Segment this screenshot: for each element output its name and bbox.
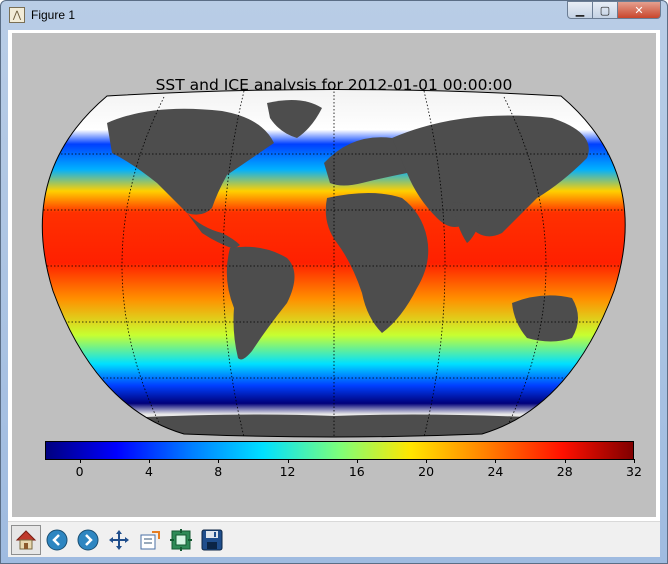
figure-window: ⋀ Figure 1 ▁ ▢ ✕ SST and ICE analysis fo… [0, 0, 668, 564]
zoom-icon [140, 530, 160, 549]
forward-button[interactable] [73, 525, 103, 555]
zoom-button[interactable] [135, 525, 165, 555]
home-icon [15, 529, 37, 549]
save-icon [201, 529, 223, 550]
subplots-button[interactable] [166, 525, 196, 555]
window-controls: ▁ ▢ ✕ [567, 1, 661, 19]
colorbar-tick-label: 16 [348, 464, 365, 479]
pan-button[interactable] [104, 525, 134, 555]
colorbar [45, 441, 634, 460]
map-data-layer [42, 89, 626, 437]
colorbar-tick-label: 0 [75, 464, 84, 479]
colorbar-tick [634, 459, 635, 463]
colorbar-tick [356, 459, 358, 463]
save-button[interactable] [197, 525, 227, 555]
matplotlib-icon: ⋀ [9, 7, 25, 23]
close-icon: ✕ [634, 3, 644, 17]
colorbar-tick-label: 24 [487, 464, 504, 479]
colorbar-tick [564, 459, 566, 463]
colorbar-tick-label: 8 [214, 464, 223, 479]
close-button[interactable]: ✕ [617, 1, 661, 19]
subplots-icon [170, 528, 192, 551]
title-bar[interactable]: ⋀ Figure 1 ▁ ▢ ✕ [1, 1, 667, 29]
minimize-button[interactable]: ▁ [567, 1, 593, 19]
figure-client-area: SST and ICE analysis for 2012-01-01 00:0… [8, 30, 660, 557]
forward-icon [77, 529, 99, 550]
minimize-icon: ▁ [575, 3, 585, 17]
colorbar-tick [79, 459, 81, 463]
home-button[interactable] [11, 524, 41, 555]
colorbar-tick-label: 12 [279, 464, 296, 479]
colorbar-tick [218, 459, 220, 463]
colorbar-tick-label: 32 [626, 464, 642, 479]
colorbar-tick [495, 459, 497, 463]
colorbar-tick-label: 4 [144, 464, 153, 479]
colorbar-tick [148, 459, 150, 463]
colorbar-tick-label: 20 [418, 464, 435, 479]
navigation-toolbar [8, 521, 660, 557]
pan-icon [109, 529, 129, 550]
back-icon [46, 529, 68, 550]
back-button[interactable] [42, 525, 72, 555]
colorbar-tick-label: 28 [556, 464, 573, 479]
maximize-icon: ▢ [599, 3, 611, 17]
colorbar-tick [426, 459, 428, 463]
window-title: Figure 1 [31, 8, 76, 22]
colorbar-tick [287, 459, 289, 463]
figure-canvas[interactable]: SST and ICE analysis for 2012-01-01 00:0… [12, 33, 656, 517]
maximize-button[interactable]: ▢ [592, 1, 618, 19]
